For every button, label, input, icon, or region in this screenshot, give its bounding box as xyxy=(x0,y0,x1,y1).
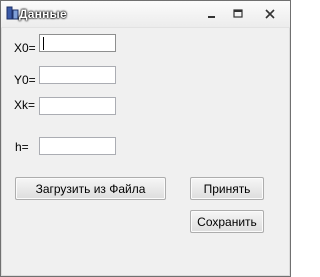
app-icon xyxy=(6,6,20,20)
restore-icon[interactable] xyxy=(228,7,248,21)
x0-label: X0= xyxy=(14,41,36,55)
xk-label: Xk= xyxy=(14,98,36,112)
minimize-icon[interactable] xyxy=(202,7,222,21)
save-button[interactable]: Сохранить xyxy=(190,210,264,233)
x0-input[interactable] xyxy=(39,34,116,52)
dialog-window: Данные X0= Y0= Xk= h= Загрузить из Файла… xyxy=(0,0,291,277)
y0-input[interactable] xyxy=(39,66,116,84)
h-input[interactable] xyxy=(39,137,116,155)
accept-button[interactable]: Принять xyxy=(190,177,264,200)
title-bar[interactable]: Данные xyxy=(1,1,290,28)
h-label: h= xyxy=(15,140,29,154)
text-caret xyxy=(43,37,44,50)
close-icon[interactable] xyxy=(260,7,280,21)
load-from-file-button[interactable]: Загрузить из Файла xyxy=(15,177,166,200)
y0-label: Y0= xyxy=(14,73,36,87)
window-title: Данные xyxy=(19,7,67,21)
xk-input[interactable] xyxy=(39,97,116,115)
